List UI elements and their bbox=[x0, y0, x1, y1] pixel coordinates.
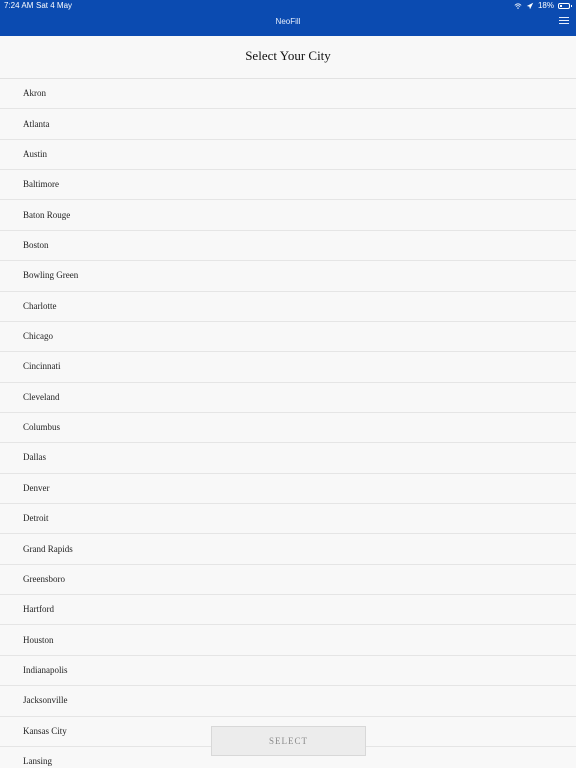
city-label: Boston bbox=[23, 239, 49, 250]
city-label: Cincinnati bbox=[23, 361, 61, 372]
city-label: Detroit bbox=[23, 513, 49, 524]
city-label: Lansing bbox=[23, 756, 52, 767]
city-item-bowling-green[interactable]: Bowling Green bbox=[0, 261, 576, 292]
city-label: Baton Rouge bbox=[23, 209, 71, 220]
page-title: Select Your City bbox=[245, 48, 331, 63]
city-item-greensboro[interactable]: Greensboro bbox=[0, 565, 576, 596]
app-header: 7:24 AM Sat 4 May 18% NeoFill bbox=[0, 0, 576, 36]
city-label: Indianapolis bbox=[23, 665, 68, 675]
city-item-jacksonville[interactable]: Jacksonville bbox=[0, 686, 576, 717]
city-label: Columbus bbox=[23, 422, 61, 433]
city-label: Bowling Green bbox=[23, 270, 79, 281]
city-item-dallas[interactable]: Dallas bbox=[0, 443, 576, 474]
city-label: Grand Rapids bbox=[23, 543, 73, 554]
city-item-hartford[interactable]: Hartford bbox=[0, 595, 576, 626]
menu-icon-line bbox=[559, 23, 569, 24]
city-item-cleveland[interactable]: Cleveland bbox=[0, 383, 576, 413]
city-item-columbus[interactable]: Columbus bbox=[0, 413, 576, 444]
city-label: Denver bbox=[23, 482, 50, 493]
city-label: Akron bbox=[23, 88, 46, 99]
city-list[interactable]: Akron Atlanta Austin Baltimore Baton Rou… bbox=[0, 79, 576, 768]
app-title: NeoFill bbox=[275, 17, 301, 26]
city-selection-screen: 7:24 AM Sat 4 May 18% NeoFill Select You… bbox=[0, 0, 576, 768]
city-label: Greensboro bbox=[23, 573, 65, 584]
city-item-boston[interactable]: Boston bbox=[0, 231, 576, 262]
city-label: Charlotte bbox=[23, 300, 57, 311]
city-label: Austin bbox=[23, 148, 48, 159]
battery-percentage: 18% bbox=[537, 1, 554, 10]
battery-icon bbox=[558, 3, 572, 9]
city-label: Cleveland bbox=[23, 391, 60, 402]
city-item-grand-rapids[interactable]: Grand Rapids bbox=[0, 534, 576, 565]
menu-button[interactable] bbox=[559, 17, 569, 25]
location-icon bbox=[526, 2, 534, 10]
city-label: Hartford bbox=[23, 604, 54, 615]
status-date: Sat 4 May bbox=[36, 1, 73, 10]
status-time: 7:24 AM bbox=[4, 1, 34, 10]
city-label: Baltimore bbox=[23, 179, 59, 190]
city-item-baltimore[interactable]: Baltimore bbox=[0, 170, 576, 201]
city-item-detroit[interactable]: Detroit bbox=[0, 504, 576, 535]
select-button-label: SELECT bbox=[269, 735, 308, 746]
page-header: Select Your City bbox=[0, 36, 576, 79]
city-item-austin[interactable]: Austin bbox=[0, 140, 576, 171]
city-label: Dallas bbox=[23, 452, 46, 463]
wifi-icon bbox=[514, 3, 522, 9]
menu-icon-line bbox=[559, 20, 569, 21]
city-item-chicago[interactable]: Chicago bbox=[0, 322, 576, 353]
select-button[interactable]: SELECT bbox=[211, 726, 366, 756]
city-label: Atlanta bbox=[23, 118, 50, 129]
city-item-akron[interactable]: Akron bbox=[0, 79, 576, 110]
city-label: Houston bbox=[23, 634, 54, 645]
city-item-baton-rouge[interactable]: Baton Rouge bbox=[0, 200, 576, 231]
city-label: Chicago bbox=[23, 331, 53, 342]
city-label: Kansas City bbox=[23, 725, 67, 736]
status-indicators: 18% bbox=[514, 1, 572, 11]
city-item-indianapolis[interactable]: Indianapolis bbox=[0, 656, 576, 687]
city-item-denver[interactable]: Denver bbox=[0, 474, 576, 505]
city-item-cincinnati[interactable]: Cincinnati bbox=[0, 352, 576, 383]
city-item-charlotte[interactable]: Charlotte bbox=[0, 292, 576, 322]
city-item-atlanta[interactable]: Atlanta bbox=[0, 109, 576, 140]
menu-icon-line bbox=[559, 17, 569, 18]
city-label: Jacksonville bbox=[23, 695, 68, 706]
city-item-houston[interactable]: Houston bbox=[0, 625, 576, 656]
